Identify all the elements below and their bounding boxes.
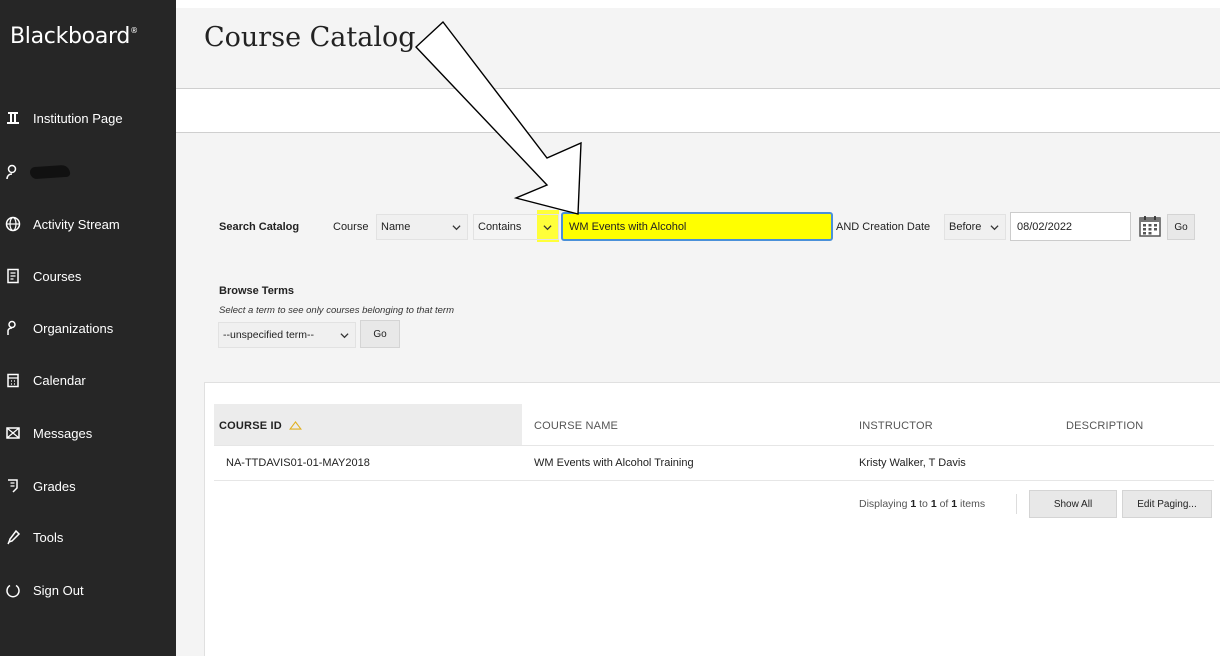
grades-icon [4, 477, 22, 495]
search-input-value: WM Events with Alcohol [569, 220, 687, 233]
sidebar-item-organizations[interactable]: Organizations [0, 313, 176, 343]
chevron-down-icon [340, 333, 349, 339]
tools-icon [4, 528, 22, 546]
creation-date-input[interactable]: 08/02/2022 [1010, 212, 1131, 241]
sidebar-item-calendar[interactable]: Calendar [0, 365, 176, 395]
column-header-course-name[interactable]: COURSE NAME [534, 420, 618, 432]
search-go-button[interactable]: Go [1167, 214, 1195, 240]
term-select[interactable]: --unspecified term-- [218, 322, 356, 348]
calendar-icon [4, 371, 22, 389]
chevron-down-icon [990, 225, 999, 231]
table-cell-instructor: Kristy Walker, T Davis [859, 457, 966, 469]
search-field-label: Course [333, 221, 369, 233]
edit-paging-button[interactable]: Edit Paging... [1122, 490, 1212, 518]
sidebar-item-profile[interactable] [0, 157, 176, 187]
sidebar-item-label: Tools [33, 529, 64, 545]
courses-icon [4, 267, 22, 285]
table-header-divider [214, 445, 1214, 446]
creation-date-value: 08/02/2022 [1017, 220, 1073, 233]
calendar-picker-icon[interactable] [1138, 214, 1162, 238]
sidebar-item-messages[interactable]: Messages [0, 418, 176, 448]
header-divider [176, 88, 1220, 89]
organizations-icon [4, 319, 22, 337]
column-header-instructor[interactable]: INSTRUCTOR [859, 420, 933, 432]
sidebar-item-label: Grades [33, 478, 76, 494]
sidebar-item-label: Institution Page [33, 110, 123, 126]
search-operator-select[interactable]: Contains [473, 214, 559, 240]
search-field-select-value: Name [381, 221, 411, 233]
column-header-description[interactable]: DESCRIPTION [1066, 420, 1143, 432]
browse-terms-note: Select a term to see only courses belong… [219, 305, 454, 316]
sidebar-item-sign-out[interactable]: Sign Out [0, 575, 176, 605]
chevron-down-icon [452, 225, 461, 231]
sort-ascending-icon [289, 421, 303, 430]
sidebar-item-grades[interactable]: Grades [0, 471, 176, 501]
date-operator-select[interactable]: Before [944, 214, 1006, 240]
paging-divider [1016, 494, 1017, 514]
user-icon [4, 163, 22, 181]
table-cell-course-name[interactable]: WM Events with Alcohol Training [534, 457, 694, 469]
column-header-label: COURSE ID [219, 420, 282, 432]
sidebar-item-label: Messages [33, 425, 93, 441]
sidebar-item-courses[interactable]: Courses [0, 261, 176, 291]
sidebar-item-label: Courses [33, 268, 82, 284]
chevron-down-icon [543, 225, 552, 231]
search-field-select[interactable]: Name [376, 214, 468, 240]
sidebar-item-activity-stream[interactable]: Activity Stream [0, 209, 176, 239]
search-catalog-label: Search Catalog [219, 221, 300, 233]
globe-icon [4, 215, 22, 233]
sidebar: Blackboard® Institution Page Activity St… [0, 0, 176, 656]
sidebar-item-label: Organizations [33, 320, 114, 336]
sidebar-item-label: Sign Out [33, 582, 84, 598]
institution-icon [4, 109, 22, 127]
date-operator-select-value: Before [949, 221, 982, 233]
table-cell-course-id[interactable]: NA-TTDAVIS01-01-MAY2018 [226, 457, 370, 469]
term-select-value: --unspecified term-- [223, 329, 315, 341]
table-row-divider [214, 480, 1214, 481]
creation-date-label: AND Creation Date [836, 221, 931, 233]
paging-status: Displaying 1 to 1 of 1 items [859, 498, 986, 510]
sidebar-item-label: Activity Stream [33, 216, 120, 232]
search-input[interactable]: WM Events with Alcohol [561, 212, 833, 241]
sidebar-item-institution-page[interactable]: Institution Page [0, 103, 176, 133]
show-all-button[interactable]: Show All [1029, 490, 1117, 518]
messages-icon [4, 424, 22, 442]
browse-go-button[interactable]: Go [360, 320, 400, 348]
sidebar-item-label: Calendar [33, 372, 86, 388]
page-title: Course Catalog [204, 22, 416, 53]
brand-logo: Blackboard® [10, 24, 138, 49]
column-header-course-id[interactable]: COURSE ID [219, 420, 303, 432]
browse-terms-title: Browse Terms [219, 285, 294, 297]
search-operator-select-value: Contains [478, 221, 522, 233]
power-icon [4, 581, 22, 599]
sidebar-item-tools[interactable]: Tools [0, 522, 176, 552]
